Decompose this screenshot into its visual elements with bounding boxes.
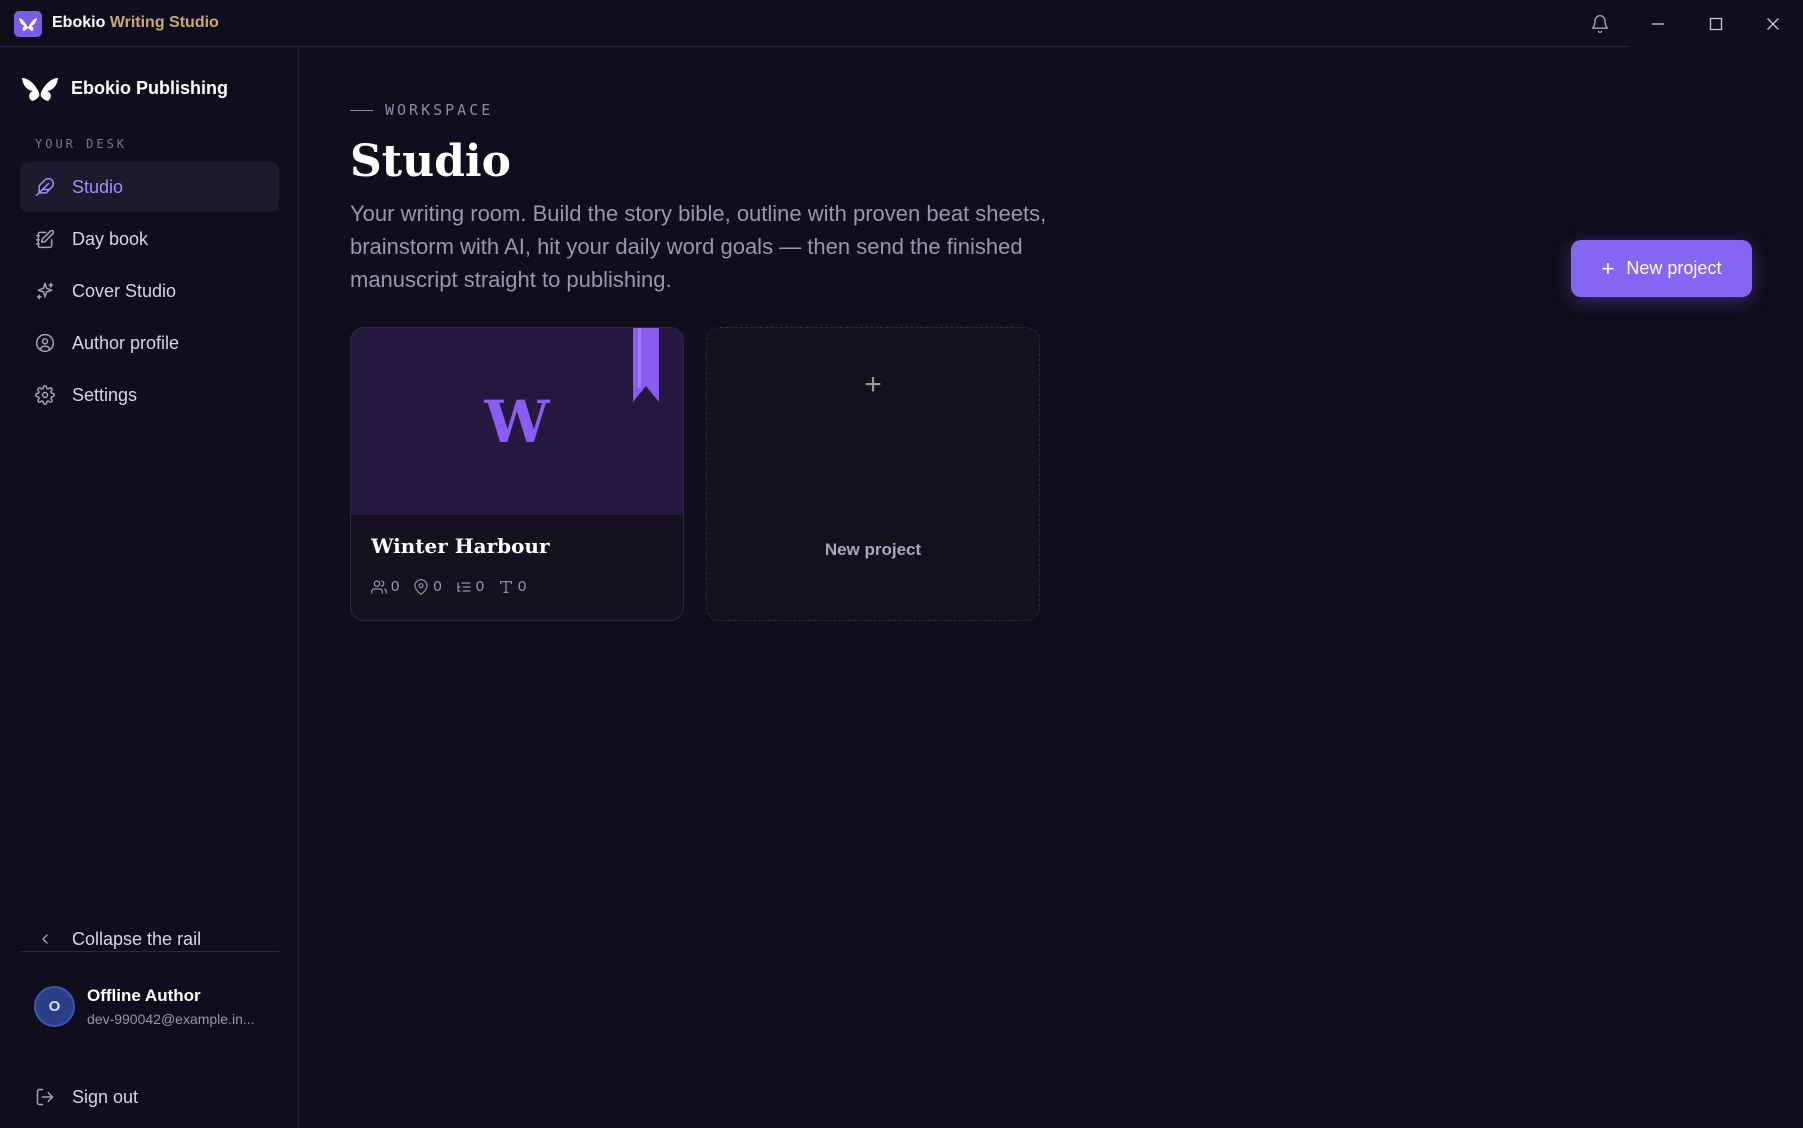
type-icon (498, 579, 514, 595)
gear-icon (34, 384, 56, 406)
butterfly-logo-icon (22, 78, 58, 101)
stat-locations-value: 0 (433, 578, 442, 595)
title-bar: Ebokio Writing Studio (0, 0, 1803, 47)
app-logo-icon (14, 11, 42, 37)
list-icon (456, 579, 472, 595)
eyebrow: WORKSPACE (350, 101, 493, 119)
stat-characters: 0 (371, 578, 399, 595)
sidebar-item-label: Cover Studio (72, 280, 177, 301)
user-email: dev-990042@example.in... (87, 1011, 255, 1027)
sparkles-icon (34, 280, 56, 302)
plus-icon: + (1601, 255, 1615, 281)
close-window-button[interactable] (1757, 8, 1789, 40)
sidebar: Ebokio Publishing YOUR DESK Studio Day b… (0, 47, 299, 1128)
cover-letter: W (484, 387, 550, 456)
user-name: Offline Author (87, 986, 201, 1005)
sidebar-item-cover-studio[interactable]: Cover Studio (20, 266, 279, 316)
collapse-rail-label: Collapse the rail (72, 928, 202, 949)
maximize-window-button[interactable] (1700, 8, 1732, 40)
sign-out-button[interactable]: Sign out (20, 1075, 138, 1119)
new-project-button-label: New project (1626, 258, 1722, 278)
avatar: O (34, 986, 75, 1027)
logout-icon (34, 1086, 56, 1108)
map-pin-icon (413, 578, 429, 595)
brand-name: Ebokio Publishing (71, 77, 228, 98)
stat-outline: 0 (456, 578, 484, 595)
sidebar-item-label: Studio (72, 176, 124, 197)
page-description: Your writing room. Build the story bible… (350, 201, 1047, 292)
chevron-left-icon (34, 928, 56, 950)
stat-outline-value: 0 (475, 578, 485, 595)
user-account[interactable]: O Offline Author dev-990042@example.in..… (34, 986, 255, 1027)
sign-out-label: Sign out (72, 1086, 139, 1107)
sidebar-item-day-book[interactable]: Day book (20, 214, 279, 264)
main-content: WORKSPACE Studio Your writing room. Buil… (300, 47, 1803, 1128)
project-card-winter-harbour[interactable]: W Winter Harbour 0 0 0 0 (350, 327, 684, 621)
project-title: Winter Harbour (371, 534, 550, 558)
window-title-rest: Writing Studio (105, 14, 219, 31)
eyebrow-label: WORKSPACE (385, 101, 494, 119)
new-project-card[interactable]: + New project (706, 327, 1040, 621)
eyebrow-dash (350, 109, 373, 111)
notifications-bell-icon[interactable] (1584, 8, 1616, 40)
user-info: Offline Author dev-990042@example.in... (87, 986, 255, 1027)
window-title: Ebokio Writing Studio (52, 14, 219, 32)
collapse-rail-button[interactable]: Collapse the rail (20, 917, 279, 961)
section-label-your-desk: YOUR DESK (35, 137, 128, 151)
new-project-card-label: New project (824, 540, 922, 559)
minimize-window-button[interactable] (1642, 8, 1674, 40)
sidebar-item-label: Author profile (72, 332, 180, 353)
sidebar-item-author-profile[interactable]: Author profile (20, 318, 279, 368)
plus-icon: + (864, 368, 882, 401)
page-title: Studio (350, 136, 511, 187)
sidebar-item-label: Day book (72, 228, 149, 249)
feather-icon (34, 176, 56, 198)
stat-words-value: 0 (518, 578, 527, 595)
stat-locations: 0 (413, 578, 442, 595)
users-icon (371, 579, 387, 595)
sidebar-nav: Studio Day book Cover Studio Author prof… (20, 162, 279, 422)
sidebar-item-label: Settings (72, 384, 138, 405)
new-project-button[interactable]: + New project (1571, 240, 1752, 297)
project-stats: 0 0 0 0 (371, 578, 540, 595)
project-cover: W (351, 328, 683, 515)
sidebar-item-studio[interactable]: Studio (20, 162, 279, 212)
bookmark-ribbon-icon (633, 328, 659, 402)
user-circle-icon (34, 332, 56, 354)
sidebar-divider (20, 951, 279, 952)
sidebar-item-settings[interactable]: Settings (20, 370, 279, 420)
stat-words: 0 (498, 578, 526, 595)
window-title-brand: Ebokio (52, 14, 106, 31)
stat-characters-value: 0 (391, 578, 400, 595)
notebook-edit-icon (34, 228, 56, 250)
sidebar-brand[interactable]: Ebokio Publishing (20, 73, 228, 103)
